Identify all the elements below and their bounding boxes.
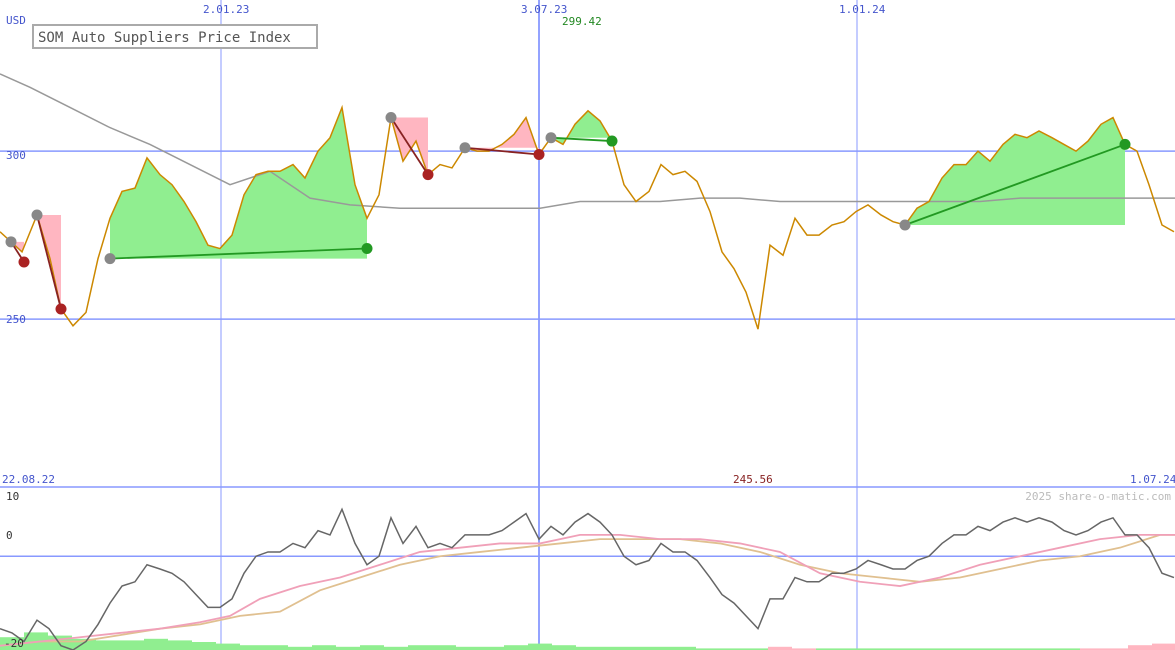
volume-bar: [96, 640, 120, 650]
trade-entry-dot: [385, 112, 397, 124]
volume-bar: [240, 645, 264, 650]
trade-exit-dot: [361, 243, 373, 255]
y-tick-label-250: 250: [6, 313, 26, 326]
watermark: 2025 share-o-matic.com: [1025, 490, 1171, 503]
volume-bar: [552, 645, 576, 650]
chart-title: SOM Auto Suppliers Price Index: [38, 30, 291, 46]
volume-bar: [432, 645, 456, 650]
trade-entry-dot: [31, 209, 43, 221]
y-tick-label-300: 300: [6, 149, 26, 162]
volume-bar: [192, 642, 216, 650]
volume-bar: [528, 643, 552, 650]
ind-y-tick-label-0: 0: [6, 529, 13, 542]
x-tick-label-3: 1.01.24: [839, 3, 886, 16]
chart-title-box: SOM Auto Suppliers Price Index: [32, 24, 318, 49]
price-index-chart: USD SOM Auto Suppliers Price Index 2.01.…: [0, 0, 1175, 650]
trade-exit-dot: [1119, 138, 1131, 150]
trade-entry-dot: [5, 236, 17, 248]
x-end-date-label: 1.07.24: [1130, 473, 1175, 486]
ind-y-tick-label-10: 10: [6, 490, 19, 503]
trade-exit-dot: [422, 169, 434, 181]
volume-bar: [408, 645, 432, 650]
volume-bar: [168, 640, 192, 650]
volume-bar: [264, 645, 288, 650]
trade-entry-dot: [459, 142, 471, 154]
low-value-label: 245.56: [733, 473, 773, 486]
volume-bar: [360, 645, 384, 650]
x-tick-label-2: 3.07.23: [521, 3, 567, 16]
trade-exit-dot: [533, 148, 545, 160]
trade-entry-dot: [104, 253, 116, 265]
volume-bar: [504, 645, 528, 650]
volume-bar: [1152, 643, 1175, 650]
y-axis-unit: USD: [6, 14, 26, 27]
trade-entry-dot: [545, 132, 557, 144]
volume-bar: [1128, 645, 1152, 650]
trade-exit-dot: [606, 135, 618, 147]
x-tick-label-1: 2.01.23: [203, 3, 249, 16]
trade-exit-dot: [55, 303, 67, 315]
volume-bar: [144, 638, 168, 650]
volume-bar: [120, 640, 144, 650]
volume-bar: [216, 643, 240, 650]
ind-y-tick-label-minus20: -20: [4, 637, 24, 650]
volume-bar: [312, 645, 336, 650]
high-value-label: 299.42: [562, 15, 602, 28]
trade-entry-dot: [899, 219, 911, 231]
x-start-date-label: 22.08.22: [2, 473, 55, 486]
trade-exit-dot: [18, 256, 30, 268]
